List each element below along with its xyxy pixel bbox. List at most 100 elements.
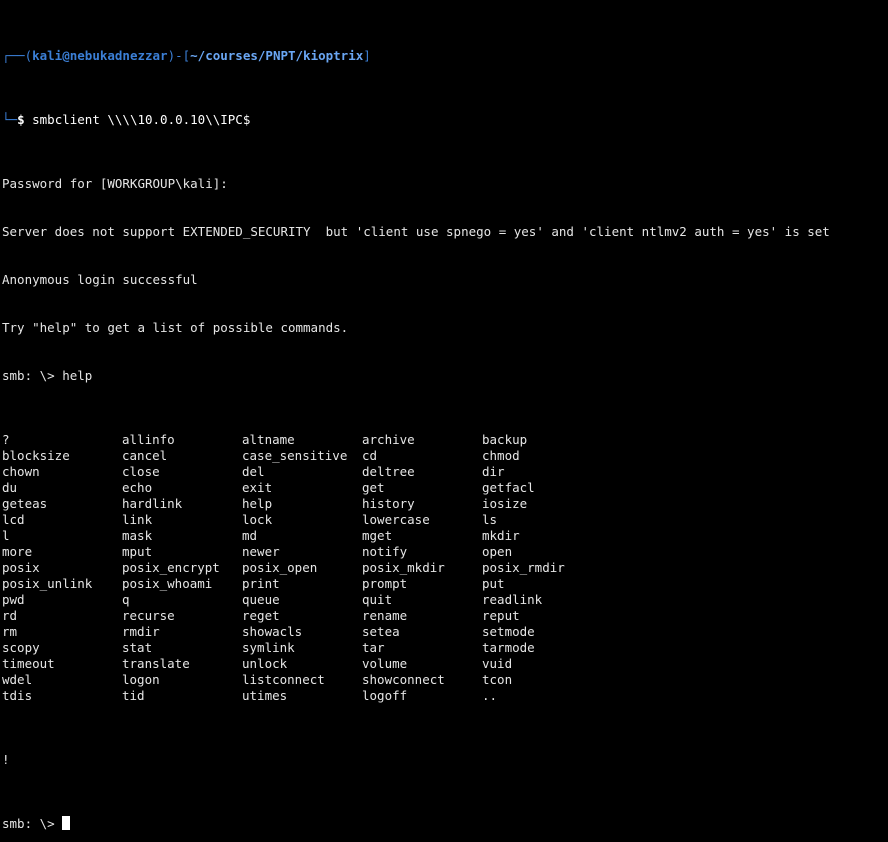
command-list-item: getfacl <box>482 480 535 495</box>
command-list-item: cancel <box>122 448 168 463</box>
command-list-item: case_sensitive <box>242 448 348 463</box>
command-list-item: lowercase <box>362 512 430 527</box>
command-list-item: wdel <box>2 672 33 687</box>
command-list-item: rmdir <box>122 624 160 639</box>
command-list-item: setmode <box>482 624 535 639</box>
command-list-item: blocksize <box>2 448 70 463</box>
prompt-dollar: $ <box>17 112 25 127</box>
command-list-item: l <box>2 528 10 543</box>
command-list-item: posix <box>2 560 40 575</box>
terminal-window[interactable]: ┌──(kali@nebukadnezzar)-[~/courses/PNPT/… <box>0 0 888 831</box>
shell-prompt-header: ┌──(kali@nebukadnezzar)-[~/courses/PNPT/… <box>2 48 888 64</box>
command-list-item: timeout <box>2 656 55 671</box>
command-list-item: del <box>242 464 265 479</box>
command-list-item: listconnect <box>242 672 325 687</box>
command-list-item: allinfo <box>122 432 175 447</box>
command-list-item: altname <box>242 432 295 447</box>
command-list-item: echo <box>122 480 153 495</box>
help-hint-line: Try "help" to get a list of possible com… <box>2 320 349 335</box>
smb-input-line[interactable]: smb: \> <box>2 816 888 832</box>
command-list-item: md <box>242 528 258 543</box>
prompt-frame-top: ┌──( <box>2 48 33 63</box>
command-list-item: open <box>482 544 513 559</box>
command-list-item: mkdir <box>482 528 520 543</box>
command-list-grid: ? allinfo altname archive backup blocksize can… <box>2 432 888 704</box>
shell-command-line: └─$ smbclient \\\\10.0.0.10\\IPC$ <box>2 112 888 128</box>
bang-line: ! <box>2 752 10 767</box>
command-list-item: setea <box>362 624 400 639</box>
command-list-item: help <box>242 496 273 511</box>
smb-prompt: smb: \> <box>2 816 63 831</box>
command-list-item: symlink <box>242 640 295 655</box>
command-list-item: volume <box>362 656 408 671</box>
command-list-item: logon <box>122 672 160 687</box>
command-list-item: iosize <box>482 496 528 511</box>
smbclient-command: smbclient \\\\10.0.0.10\\IPC$ <box>24 112 251 127</box>
command-list-item: close <box>122 464 160 479</box>
command-list-item: unlock <box>242 656 288 671</box>
command-list-item: translate <box>122 656 190 671</box>
command-list-item: pwd <box>2 592 25 607</box>
command-list-item: lcd <box>2 512 25 527</box>
command-list-item: history <box>362 496 415 511</box>
command-list-item: get <box>362 480 385 495</box>
command-list-item: stat <box>122 640 153 655</box>
command-list-item: chown <box>2 464 40 479</box>
command-list-item: posix_mkdir <box>362 560 445 575</box>
command-list-item: queue <box>242 592 280 607</box>
command-list-item: cd <box>362 448 378 463</box>
prompt-path-end: ] <box>363 48 371 63</box>
command-list-item: logoff <box>362 688 408 703</box>
command-list-item: vuid <box>482 656 513 671</box>
command-list-item: hardlink <box>122 496 183 511</box>
command-list-item: mget <box>362 528 393 543</box>
command-list-item: reput <box>482 608 520 623</box>
command-list-item: tdis <box>2 688 33 703</box>
command-list-item: scopy <box>2 640 40 655</box>
command-list-item: posix_rmdir <box>482 560 565 575</box>
command-list-item: put <box>482 576 505 591</box>
command-list-item: chmod <box>482 448 520 463</box>
anonymous-login-line: Anonymous login successful <box>2 272 198 287</box>
command-list-item: mask <box>122 528 153 543</box>
command-list-item: deltree <box>362 464 415 479</box>
prompt-frame-bottom: └─ <box>2 112 18 127</box>
command-list-item: link <box>122 512 153 527</box>
command-list-item: prompt <box>362 576 408 591</box>
command-list-item: tar <box>362 640 385 655</box>
command-list-item: more <box>2 544 33 559</box>
command-list-item: rename <box>362 608 408 623</box>
command-list-item: tarmode <box>482 640 535 655</box>
command-list-item: tcon <box>482 672 513 687</box>
command-list-item: ? <box>2 432 10 447</box>
command-list-item: recurse <box>122 608 175 623</box>
text-cursor <box>62 816 71 830</box>
prompt-user-host: kali@nebukadnezzar <box>32 48 168 63</box>
command-list-item: geteas <box>2 496 48 511</box>
command-list-item: reget <box>242 608 280 623</box>
command-list-item: posix_unlink <box>2 576 93 591</box>
command-list-item: du <box>2 480 18 495</box>
command-list-item: rd <box>2 608 18 623</box>
command-list-item: utimes <box>242 688 288 703</box>
command-list-item: dir <box>482 464 505 479</box>
security-warning-line: Server does not support EXTENDED_SECURIT… <box>2 224 830 239</box>
command-list-item: quit <box>362 592 393 607</box>
help-command-line: smb: \> help <box>2 368 93 383</box>
command-list-item: showacls <box>242 624 303 639</box>
command-list-item: tid <box>122 688 145 703</box>
command-list-item: readlink <box>482 592 543 607</box>
command-list-item: mput <box>122 544 153 559</box>
command-list-item: q <box>122 592 130 607</box>
command-list-item: notify <box>362 544 408 559</box>
command-list-item: posix_encrypt <box>122 560 220 575</box>
command-list-item: lock <box>242 512 273 527</box>
command-list-item: backup <box>482 432 528 447</box>
command-list-item: posix_open <box>242 560 318 575</box>
command-list-item: showconnect <box>362 672 445 687</box>
prompt-path-separator: )-[ <box>167 48 191 63</box>
command-list-item: print <box>242 576 280 591</box>
command-list-item: ls <box>482 512 498 527</box>
password-line: Password for [WORKGROUP\kali]: <box>2 176 228 191</box>
command-list-item: archive <box>362 432 415 447</box>
